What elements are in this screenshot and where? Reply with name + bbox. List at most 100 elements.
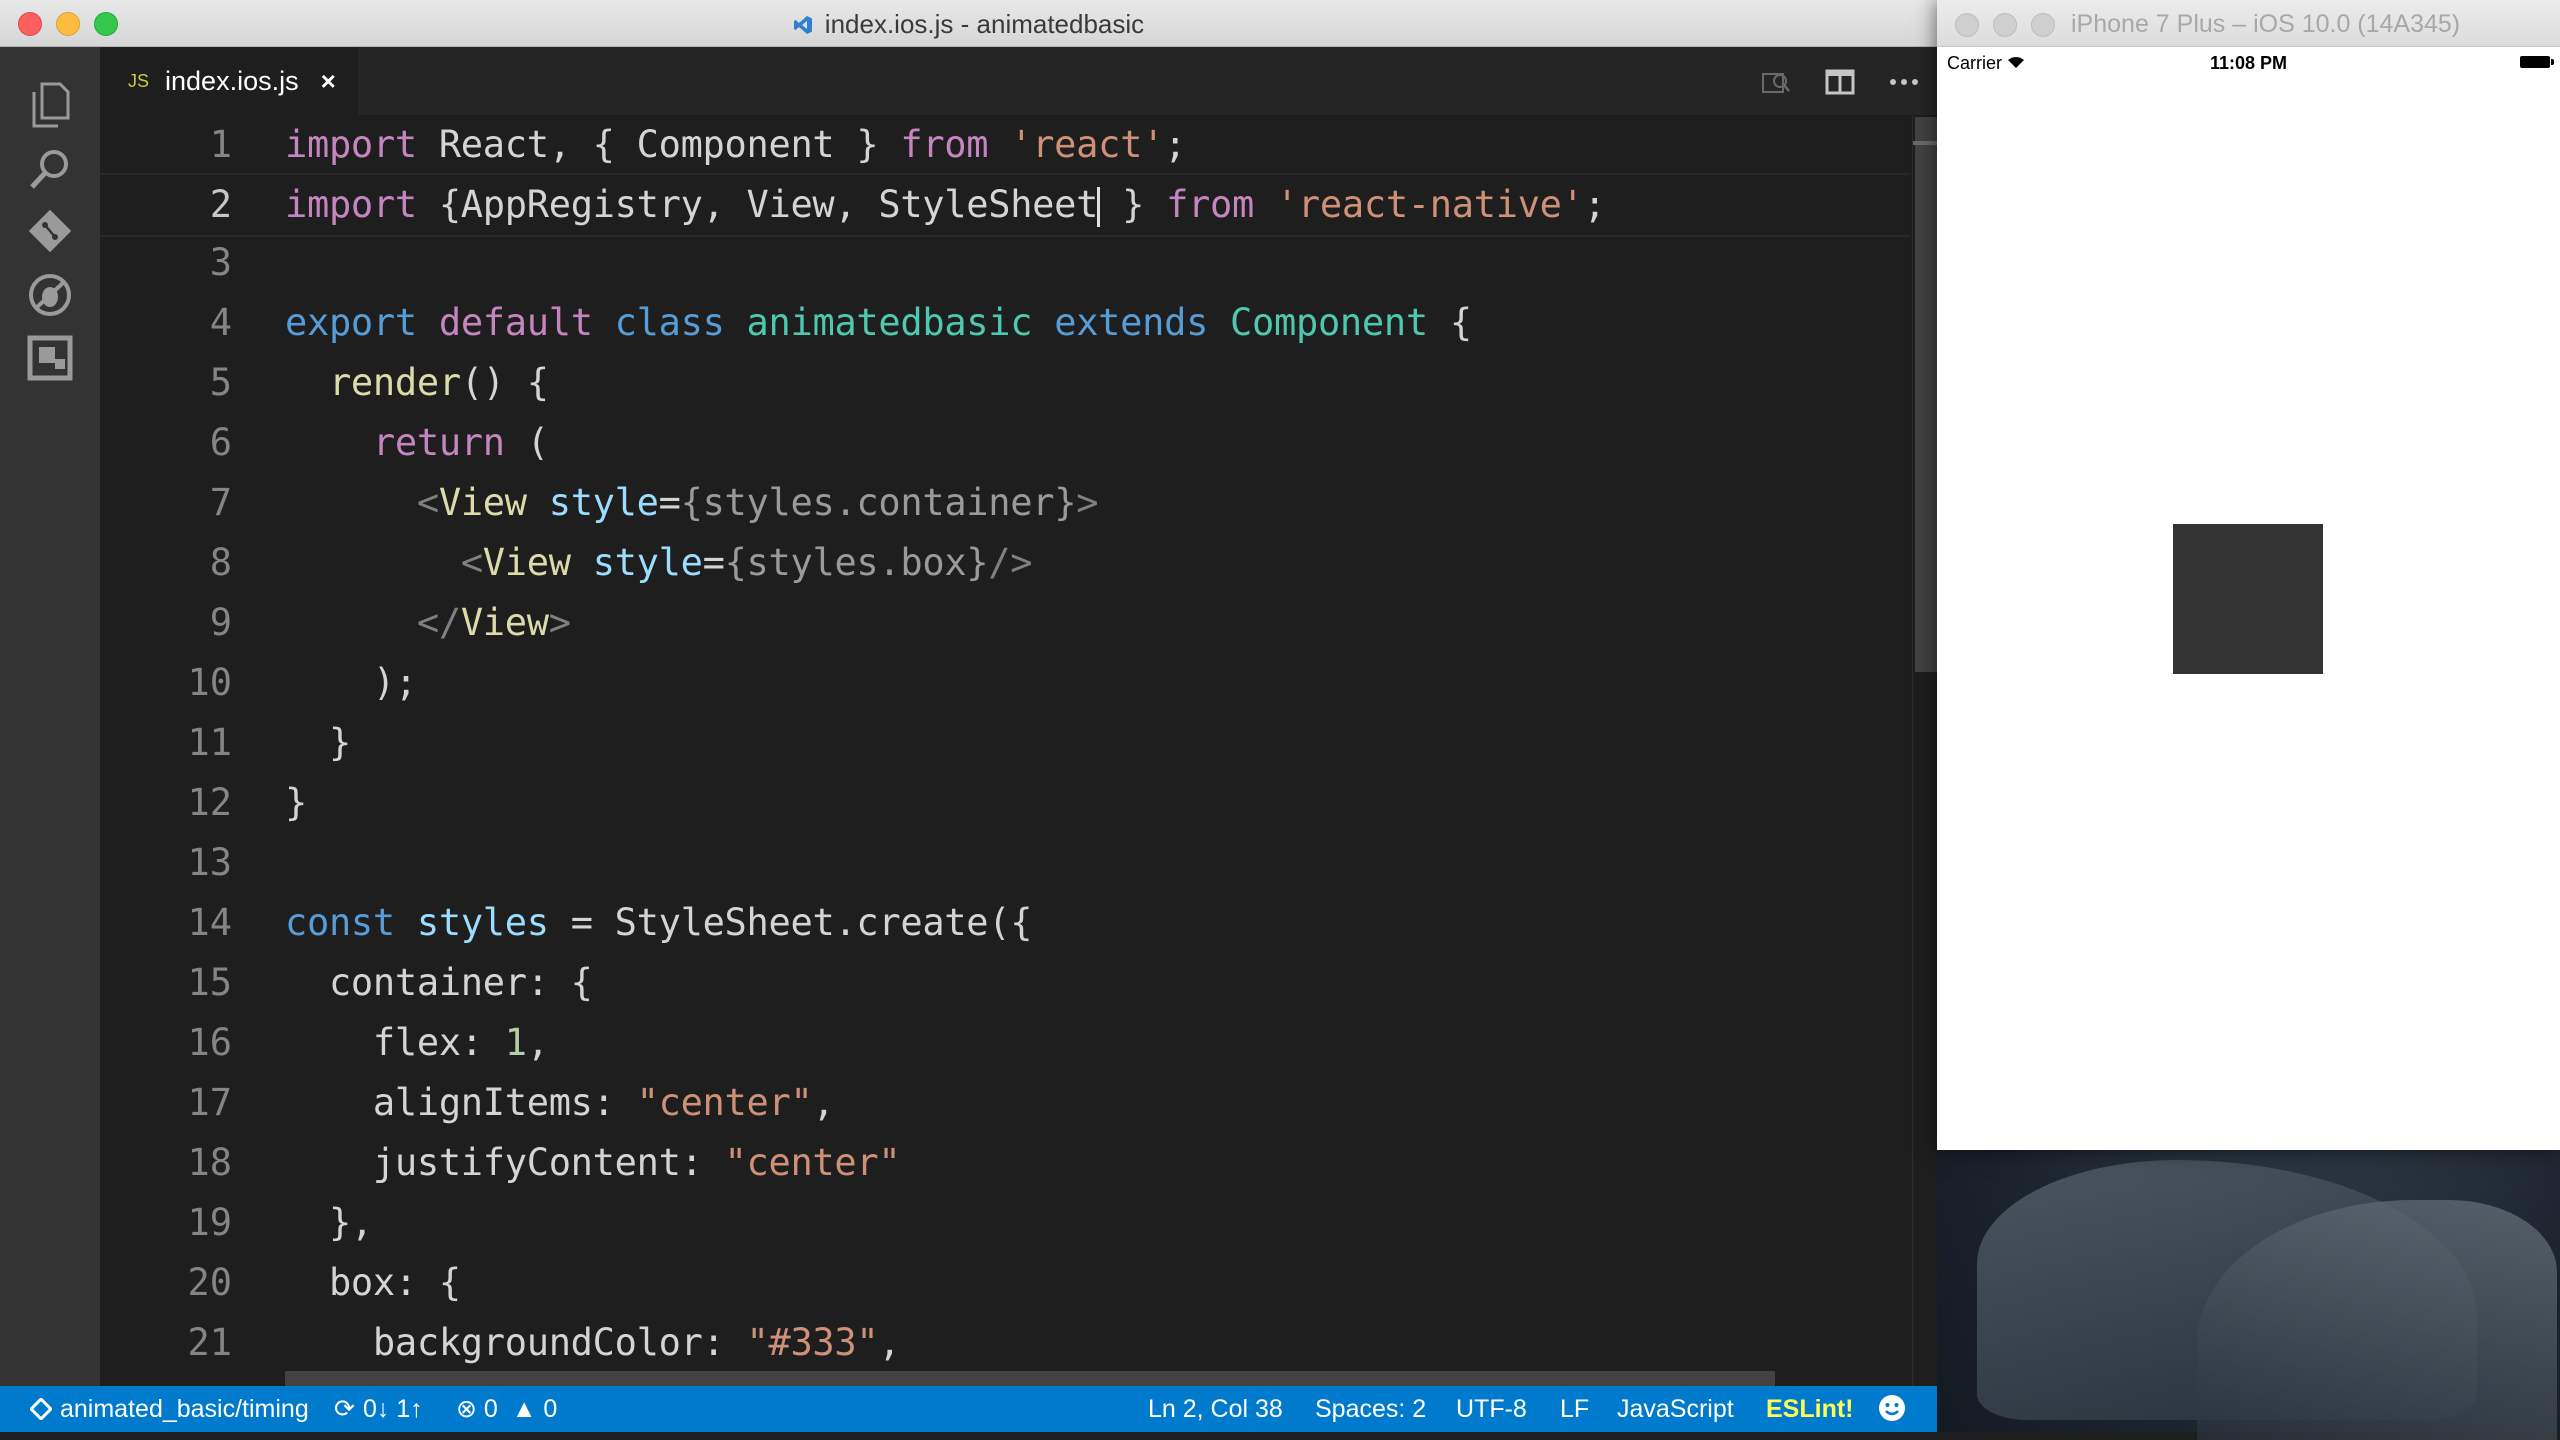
code-line: 10 ); (100, 653, 1910, 713)
indentation[interactable]: Spaces: 2 (1315, 1386, 1426, 1432)
split-editor-icon[interactable] (1824, 67, 1856, 97)
code-line: 1 import React, { Component } from 'reac… (100, 115, 1910, 175)
code-text: justifyContent: "center" (285, 1141, 901, 1184)
more-actions-icon[interactable] (1888, 67, 1920, 97)
line-number: 11 (187, 721, 232, 764)
code-line: 8 <View style={styles.box}/> (100, 533, 1910, 593)
code-text: <View style={styles.container}> (416, 481, 1099, 524)
battery-icon (2520, 56, 2554, 68)
window-title-text: index.ios.js - animatedbasic (824, 9, 1145, 39)
simulator-title: iPhone 7 Plus – iOS 10.0 (14A345) (2071, 10, 2461, 38)
code-line: 15 container: { (100, 953, 1910, 1013)
status-bar: animated_basic/timing ⟳ 0↓ 1↑ ⊗ 0 ▲ 0 Ln … (0, 1386, 1937, 1432)
simulator-close-button[interactable] (1955, 13, 1979, 37)
line-number: 1 (209, 123, 232, 166)
line-number: 18 (187, 1141, 232, 1184)
code-text: alignItems: "center", (285, 1081, 835, 1124)
search-icon[interactable] (22, 141, 78, 197)
vscode-icon (793, 16, 812, 34)
encoding[interactable]: UTF-8 (1456, 1386, 1527, 1432)
line-ending[interactable]: LF (1560, 1386, 1589, 1432)
styled-box-view (2173, 524, 2323, 674)
code-text: render() { (328, 361, 549, 404)
line-number: 8 (209, 541, 232, 584)
code-line: 18 justifyContent: "center" (100, 1133, 1910, 1193)
language-mode[interactable]: JavaScript (1617, 1386, 1734, 1432)
line-number: 10 (187, 661, 232, 704)
simulator-titlebar: iPhone 7 Plus – iOS 10.0 (14A345) (1937, 0, 2560, 47)
git-branch[interactable]: animated_basic/timing (28, 1386, 309, 1432)
error-icon: ⊗ (456, 1395, 477, 1423)
tab-label: index.ios.js (165, 65, 299, 96)
code-line: 7 <View style={styles.container}> (100, 473, 1910, 533)
code-line: 12 } (100, 773, 1910, 833)
line-number: 9 (209, 601, 232, 644)
code-text: return ( (372, 421, 549, 464)
line-number: 14 (187, 901, 232, 944)
scrollbar-thumb[interactable] (1915, 117, 1937, 672)
code-text: container: { (285, 961, 593, 1004)
cursor-position[interactable]: Ln 2, Col 38 (1148, 1386, 1283, 1432)
code-line: 13 (100, 833, 1910, 893)
line-number: 4 (209, 301, 232, 344)
code-line: 14 const styles = StyleSheet.create({ (100, 893, 1910, 953)
vscode-window: index.ios.js - animatedbasic JS index.io… (0, 0, 1937, 1432)
code-text: }, (285, 1201, 373, 1244)
code-text: box: { (285, 1261, 461, 1304)
line-number: 17 (187, 1081, 232, 1124)
code-line: 17 alignItems: "center", (100, 1073, 1910, 1133)
code-line: 21 backgroundColor: "#333", (100, 1313, 1910, 1373)
feedback-smiley-icon[interactable] (1878, 1386, 1906, 1432)
window-title: index.ios.js - animatedbasic (0, 9, 1937, 40)
files-icon[interactable] (22, 77, 78, 133)
line-number: 13 (187, 841, 232, 884)
window-titlebar: index.ios.js - animatedbasic (0, 0, 1937, 47)
horizontal-scrollbar[interactable] (285, 1371, 1775, 1386)
extensions-icon[interactable] (22, 330, 78, 386)
line-number: 7 (209, 481, 232, 524)
code-line: 11 } (100, 713, 1910, 773)
sync-icon: ⟳ (334, 1395, 355, 1423)
activity-bar (0, 47, 100, 1386)
line-number: 15 (187, 961, 232, 1004)
branch-icon (28, 1396, 54, 1422)
code-line: 5 render() { (100, 353, 1910, 413)
code-text: } (285, 721, 351, 764)
device-screen[interactable]: Carrier 11:08 PM (1937, 47, 2560, 1150)
code-text: flex: 1, (285, 1021, 549, 1064)
problems-indicator[interactable]: ⊗ 0 ▲ 0 (456, 1386, 557, 1432)
code-line: 9 </View> (100, 593, 1910, 653)
git-sync[interactable]: ⟳ 0↓ 1↑ (334, 1386, 423, 1432)
vertical-scrollbar[interactable] (1912, 115, 1937, 1386)
js-file-icon: JS (128, 70, 150, 91)
code-text: import React, { Component } from 'react'… (285, 123, 1187, 166)
code-line: 16 flex: 1, (100, 1013, 1910, 1073)
editor-tabs: JS index.ios.js × (100, 47, 1937, 115)
eslint-status[interactable]: ESLint! (1766, 1386, 1854, 1432)
tab-close-icon[interactable]: × (321, 66, 336, 97)
git-icon[interactable] (22, 203, 78, 259)
code-text: } (285, 781, 307, 824)
line-number: 5 (209, 361, 232, 404)
code-line: 3 (100, 233, 1910, 293)
line-number: 2 (209, 183, 232, 226)
code-editor[interactable]: 1 import React, { Component } from 'reac… (100, 115, 1937, 1386)
clock: 11:08 PM (2209, 53, 2288, 73)
simulator-zoom-button[interactable] (2031, 13, 2055, 37)
ios-status-bar: Carrier 11:08 PM (1937, 47, 2560, 77)
open-preview-icon[interactable] (1760, 67, 1792, 97)
code-line-current: 2 import {AppRegistry, View, StyleSheet … (100, 173, 1910, 237)
line-number: 20 (187, 1261, 232, 1304)
tab-index-ios-js[interactable]: JS index.ios.js × (100, 47, 358, 115)
code-text: import {AppRegistry, View, StyleSheet } … (285, 183, 1606, 227)
warning-icon: ▲ (511, 1395, 537, 1423)
simulator-minimize-button[interactable] (1993, 13, 2017, 37)
code-text: ); (285, 661, 417, 704)
code-text: backgroundColor: "#333", (285, 1321, 901, 1364)
line-number: 12 (187, 781, 232, 824)
code-text: <View style={styles.box}/> (460, 541, 1033, 584)
line-number: 21 (187, 1321, 232, 1364)
line-number: 16 (187, 1021, 232, 1064)
code-line: 6 return ( (100, 413, 1910, 473)
debug-icon[interactable] (22, 267, 78, 323)
